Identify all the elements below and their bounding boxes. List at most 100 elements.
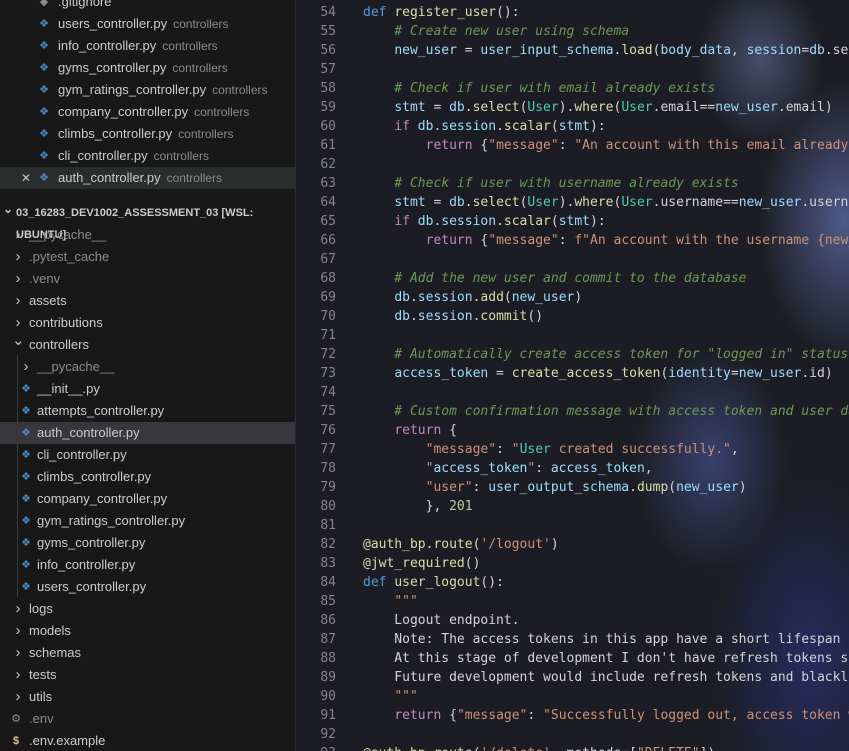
explorer-item[interactable]: › assets: [0, 290, 295, 312]
code-line[interactable]: 79 "user": user_output_schema.dump(new_u…: [296, 478, 849, 497]
explorer-item[interactable]: ❖ gyms_controller.py: [0, 532, 295, 554]
explorer-item[interactable]: › .venv: [0, 268, 295, 290]
code-text[interactable]: stmt = db.select(User).where(User.userna…: [363, 193, 849, 212]
open-editor-item[interactable]: ❖ info_controller.py controllers: [0, 35, 295, 57]
code-text[interactable]: access_token = create_access_token(ident…: [363, 364, 832, 383]
explorer-item[interactable]: ❖ climbs_controller.py: [0, 466, 295, 488]
code-line[interactable]: 62: [296, 155, 849, 174]
code-text[interactable]: # Check if user with email already exist…: [363, 79, 715, 98]
code-line[interactable]: 91 return {"message": "Successfully logg…: [296, 706, 849, 725]
code-text[interactable]: return {: [363, 421, 457, 440]
code-line[interactable]: 90 """: [296, 687, 849, 706]
explorer-item[interactable]: ❖ __init__.py: [0, 378, 295, 400]
code-line[interactable]: 60 if db.session.scalar(stmt):: [296, 117, 849, 136]
code-line[interactable]: 85 """: [296, 592, 849, 611]
code-line[interactable]: 84 def user_logout():: [296, 573, 849, 592]
code-line[interactable]: 83 @jwt_required(): [296, 554, 849, 573]
code-text[interactable]: if db.session.scalar(stmt):: [363, 117, 605, 136]
explorer-item[interactable]: ❖ company_controller.py: [0, 488, 295, 510]
open-editor-item[interactable]: ✕ ❖ auth_controller.py controllers: [0, 167, 295, 189]
code-line[interactable]: 89 Future development would include refr…: [296, 668, 849, 687]
open-editor-item[interactable]: ❖ climbs_controller.py controllers: [0, 123, 295, 145]
explorer-item[interactable]: › tests: [0, 664, 295, 686]
code-text[interactable]: stmt = db.select(User).where(User.email=…: [363, 98, 832, 117]
explorer-item[interactable]: › utils: [0, 686, 295, 708]
open-editor-item[interactable]: ❖ company_controller.py controllers: [0, 101, 295, 123]
code-line[interactable]: 78 "access_token": access_token,: [296, 459, 849, 478]
code-text[interactable]: return {"message": f"An account with the…: [363, 231, 849, 250]
code-text[interactable]: Note: The access tokens in this app have…: [363, 630, 849, 649]
explorer-item[interactable]: ❖ attempts_controller.py: [0, 400, 295, 422]
code-line[interactable]: 56 new_user = user_input_schema.load(bod…: [296, 41, 849, 60]
explorer-item[interactable]: › contributions: [0, 312, 295, 334]
code-line[interactable]: 63 # Check if user with username already…: [296, 174, 849, 193]
explorer-item[interactable]: › __pycache__: [0, 356, 295, 378]
code-line[interactable]: 86 Logout endpoint.: [296, 611, 849, 630]
code-line[interactable]: 76 return {: [296, 421, 849, 440]
code-line[interactable]: 55 # Create new user using schema: [296, 22, 849, 41]
code-line[interactable]: 69 db.session.add(new_user): [296, 288, 849, 307]
explorer-item[interactable]: ❖ gym_ratings_controller.py: [0, 510, 295, 532]
code-line[interactable]: 82 @auth_bp.route('/logout'): [296, 535, 849, 554]
code-line[interactable]: 73 access_token = create_access_token(id…: [296, 364, 849, 383]
code-line[interactable]: 61 return {"message": "An account with t…: [296, 136, 849, 155]
code-text[interactable]: Future development would include refresh…: [363, 668, 849, 687]
code-line[interactable]: 88 At this stage of development I don't …: [296, 649, 849, 668]
explorer-item[interactable]: › logs: [0, 598, 295, 620]
explorer-item[interactable]: $ .env.example: [0, 730, 295, 751]
code-text[interactable]: @auth_bp.route('/logout'): [363, 535, 559, 554]
code-line[interactable]: 80 }, 201: [296, 497, 849, 516]
code-text[interactable]: # Create new user using schema: [363, 22, 629, 41]
code-text[interactable]: # Custom confirmation message with acces…: [363, 402, 849, 421]
code-line[interactable]: 70 db.session.commit(): [296, 307, 849, 326]
open-editor-item[interactable]: ❖ gym_ratings_controller.py controllers: [0, 79, 295, 101]
code-text[interactable]: """: [363, 687, 417, 706]
code-line[interactable]: 59 stmt = db.select(User).where(User.ema…: [296, 98, 849, 117]
code-text[interactable]: @auth_bp.route('/delete', methods=["DELE…: [363, 744, 715, 751]
code-text[interactable]: "user": user_output_schema.dump(new_user…: [363, 478, 747, 497]
code-text[interactable]: if db.session.scalar(stmt):: [363, 212, 605, 231]
code-text[interactable]: """: [363, 592, 417, 611]
code-line[interactable]: 75 # Custom confirmation message with ac…: [296, 402, 849, 421]
explorer-item[interactable]: ❖ auth_controller.py: [0, 422, 295, 444]
code-text[interactable]: def user_logout():: [363, 573, 504, 592]
code-line[interactable]: 92: [296, 725, 849, 744]
code-line[interactable]: 71: [296, 326, 849, 345]
code-editor[interactable]: 54 def register_user(): 55 # Create new us…: [296, 0, 849, 751]
code-text[interactable]: # Add the new user and commit to the dat…: [363, 269, 746, 288]
code-line[interactable]: 57: [296, 60, 849, 79]
code-text[interactable]: # Check if user with username already ex…: [363, 174, 738, 193]
code-line[interactable]: 64 stmt = db.select(User).where(User.use…: [296, 193, 849, 212]
code-text[interactable]: Logout endpoint.: [363, 611, 519, 630]
code-line[interactable]: 54 def register_user():: [296, 3, 849, 22]
code-text[interactable]: "message": "User created successfully.",: [363, 440, 739, 459]
code-text[interactable]: # Automatically create access token for …: [363, 345, 848, 364]
code-line[interactable]: 67: [296, 250, 849, 269]
open-editor-item[interactable]: ❖ users_controller.py controllers: [0, 13, 295, 35]
explorer-item[interactable]: › models: [0, 620, 295, 642]
explorer-item[interactable]: ❖ info_controller.py: [0, 554, 295, 576]
explorer-item[interactable]: › .pytest_cache: [0, 246, 295, 268]
code-line[interactable]: 74: [296, 383, 849, 402]
code-line[interactable]: 65 if db.session.scalar(stmt):: [296, 212, 849, 231]
code-text[interactable]: return {"message": "Successfully logged …: [363, 706, 849, 725]
open-editor-item[interactable]: ◆ .gitignore: [0, 0, 295, 13]
code-line[interactable]: 72 # Automatically create access token f…: [296, 345, 849, 364]
code-text[interactable]: }, 201: [363, 497, 473, 516]
code-line[interactable]: 77 "message": "User created successfully…: [296, 440, 849, 459]
open-editor-item[interactable]: ❖ cli_controller.py controllers: [0, 145, 295, 167]
close-icon[interactable]: ✕: [20, 167, 32, 189]
code-line[interactable]: 66 return {"message": f"An account with …: [296, 231, 849, 250]
explorer-item[interactable]: › schemas: [0, 642, 295, 664]
code-text[interactable]: def register_user():: [363, 3, 520, 22]
explorer-item[interactable]: ⌄ controllers: [0, 332, 295, 356]
code-text[interactable]: db.session.commit(): [363, 307, 543, 326]
code-text[interactable]: db.session.add(new_user): [363, 288, 582, 307]
code-text[interactable]: return {"message": "An account with this…: [363, 136, 849, 155]
code-line[interactable]: 93 @auth_bp.route('/delete', methods=["DE…: [296, 744, 849, 751]
code-text[interactable]: new_user = user_input_schema.load(body_d…: [363, 41, 849, 60]
explorer-item[interactable]: ❖ users_controller.py: [0, 576, 295, 598]
code-line[interactable]: 58 # Check if user with email already ex…: [296, 79, 849, 98]
code-text[interactable]: "access_token": access_token,: [363, 459, 653, 478]
explorer-section-header[interactable]: ⌄ 03_16283_DEV1002_ASSESSMENT_03 [WSL: UB…: [0, 202, 295, 241]
